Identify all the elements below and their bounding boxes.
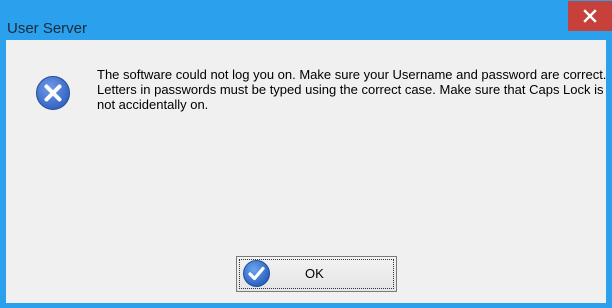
error-message: The software could not log you on. Make … — [97, 67, 607, 112]
ok-button[interactable]: OK — [236, 256, 397, 292]
title-bar[interactable]: User Server — [0, 0, 612, 40]
ok-button-label: OK — [305, 266, 324, 281]
close-button[interactable] — [568, 1, 612, 31]
close-icon — [583, 9, 597, 23]
dialog-content: The software could not log you on. Make … — [6, 40, 606, 303]
checkmark-icon — [243, 260, 270, 287]
window-title: User Server — [7, 20, 88, 37]
error-icon — [36, 76, 70, 110]
dialog-window: User Server The software could not log y… — [0, 0, 612, 308]
